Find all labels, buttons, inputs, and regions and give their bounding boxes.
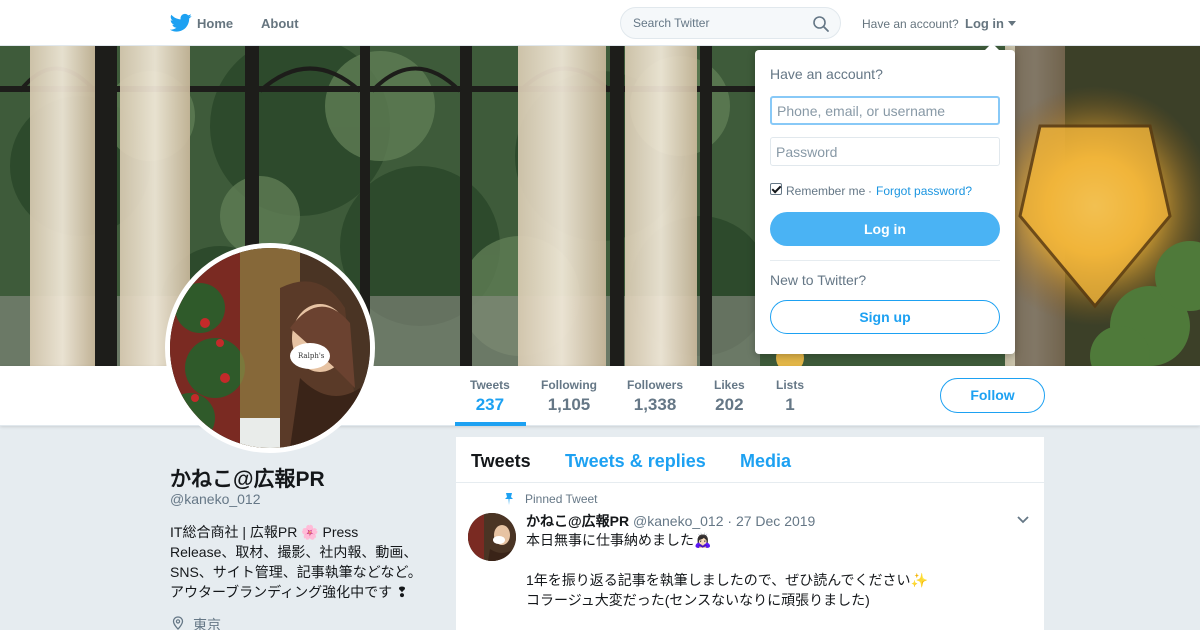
tweet-header: かねこ@広報PR @kaneko_012 · 27 Dec 2019 [526,511,815,531]
tweet-author[interactable]: かねこ@広報PR [526,513,629,529]
stat-following[interactable]: Following 1,105 [541,378,597,415]
nav-home-link[interactable]: Home [197,16,233,31]
remember-me-label[interactable]: Remember me [786,184,865,198]
tweet-line: コラージュ大変だった(センスないなりに頑張りました) [526,592,870,608]
search-input[interactable]: Search Twitter [633,16,709,30]
profile-location: 東京 [193,617,221,630]
remember-me-checkbox[interactable] [770,183,782,195]
tweet-meta[interactable]: @kaneko_012 · 27 Dec 2019 [633,513,815,529]
login-button[interactable]: Log in [770,212,1000,246]
stat-label: Following [541,378,597,392]
tweet-avatar[interactable] [468,513,516,561]
bio-line: IT総合商社 | 広報PR 🌸 Press [170,524,359,540]
tweet-avatar-image [468,513,516,561]
profile-bio: IT総合商社 | 広報PR 🌸 Press Release、取材、撮影、社内報、… [170,522,430,602]
stat-label: Lists [776,378,805,392]
avatar-image: Ralph's [170,248,370,448]
profile-display-name[interactable]: かねこ@広報PR [170,463,325,493]
separator-dot: · [868,184,872,198]
stat-likes[interactable]: Likes 202 [714,378,745,415]
username-field[interactable] [770,96,1000,125]
tab-tweets[interactable]: Tweets [471,451,531,472]
timeline-tabs: Tweets Tweets & replies Media [456,437,1044,483]
stat-value: 202 [715,395,744,414]
bio-line: Release、取材、撮影、社内報、動画、 [170,544,418,560]
chevron-down-icon[interactable] [1017,516,1029,524]
signup-button[interactable]: Sign up [770,300,1000,334]
login-dropdown-toggle[interactable]: Log in [965,16,1004,31]
top-nav: Home About Search Twitter Have an accoun… [0,0,1200,46]
tweet-text: 本日無事に仕事納めました🙇🏻‍♀️ 1年を振り返る記事を執筆しましたので、ぜひ読… [526,530,1006,610]
stat-value: 237 [475,395,505,414]
svg-text:Ralph's: Ralph's [298,352,325,360]
follow-button[interactable]: Follow [940,378,1045,413]
tweet-line: 本日無事に仕事納めました🙇🏻‍♀️ [526,532,712,548]
tab-tweets-replies[interactable]: Tweets & replies [565,451,706,472]
stat-tweets[interactable]: Tweets 237 [470,378,510,415]
pin-icon [505,493,513,505]
tab-media[interactable]: Media [740,451,791,472]
caret-down-icon[interactable] [1008,21,1016,26]
search-icon[interactable] [812,15,830,33]
divider [770,260,1000,261]
forgot-password-link[interactable]: Forgot password? [876,184,972,198]
stat-followers[interactable]: Followers 1,338 [627,378,683,415]
twitter-bird-icon[interactable] [170,13,192,33]
have-account-label: Have an account? [862,17,959,31]
login-dropdown: Have an account? Remember me · Forgot pa… [755,43,1015,354]
stat-label: Likes [714,378,745,392]
timeline: Tweets Tweets & replies Media Pinned Twe… [456,437,1044,630]
location-pin-icon [172,616,184,630]
nav-about-link[interactable]: About [261,16,299,31]
stat-lists[interactable]: Lists 1 [776,378,804,415]
bio-line: SNS、サイト管理、記事執筆などなど。 [170,564,422,580]
tweet-line: 1年を振り返る記事を執筆しましたので、ぜひ読んでください✨ [526,572,928,588]
stat-label: Tweets [470,378,510,392]
pinned-tweet-label: Pinned Tweet [525,492,598,506]
profile-avatar[interactable]: Ralph's [165,243,375,453]
tweet-line [526,550,1006,570]
new-to-twitter-label: New to Twitter? [770,272,867,288]
stat-value: 1,105 [547,395,591,414]
profile-handle[interactable]: @kaneko_012 [170,491,261,507]
stat-value: 1 [785,395,795,414]
password-field[interactable] [770,137,1000,166]
search-box[interactable]: Search Twitter [620,7,841,39]
bio-line: アウターブランディング強化中です ❢ [170,584,408,600]
stat-value: 1,338 [633,395,677,414]
stat-label: Followers [627,378,684,392]
dropdown-title: Have an account? [770,66,883,82]
active-tab-underline [455,422,526,426]
